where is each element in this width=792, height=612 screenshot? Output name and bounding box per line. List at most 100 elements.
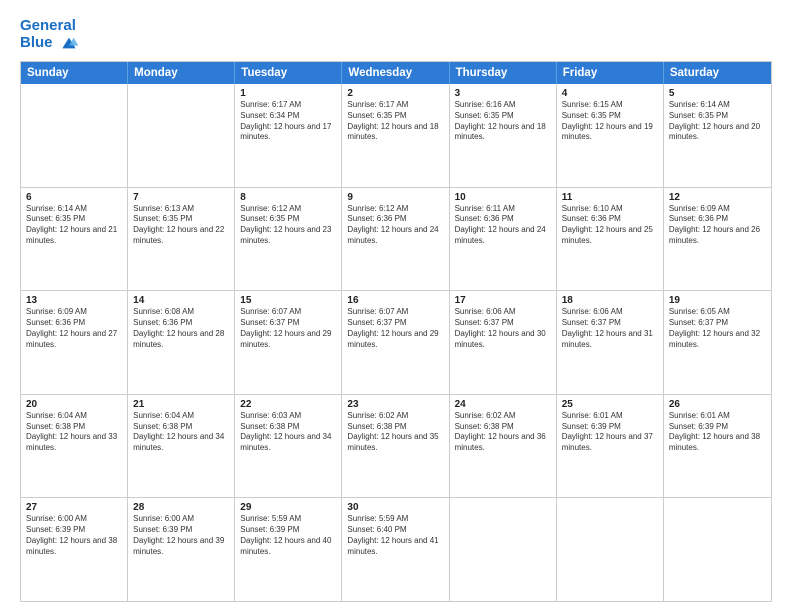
sun-info: Sunrise: 6:09 AM Sunset: 6:36 PM Dayligh…	[669, 204, 766, 247]
calendar-cell: 28Sunrise: 6:00 AM Sunset: 6:39 PM Dayli…	[128, 498, 235, 601]
calendar-row-2: 6Sunrise: 6:14 AM Sunset: 6:35 PM Daylig…	[21, 187, 771, 291]
day-number: 16	[347, 295, 443, 306]
calendar-header: SundayMondayTuesdayWednesdayThursdayFrid…	[21, 62, 771, 84]
sun-info: Sunrise: 6:01 AM Sunset: 6:39 PM Dayligh…	[669, 411, 766, 454]
day-number: 13	[26, 295, 122, 306]
calendar-cell	[21, 84, 128, 187]
day-number: 12	[669, 192, 766, 203]
calendar-cell: 1Sunrise: 6:17 AM Sunset: 6:34 PM Daylig…	[235, 84, 342, 187]
day-number: 19	[669, 295, 766, 306]
calendar-cell: 29Sunrise: 5:59 AM Sunset: 6:39 PM Dayli…	[235, 498, 342, 601]
sun-info: Sunrise: 6:04 AM Sunset: 6:38 PM Dayligh…	[26, 411, 122, 454]
day-number: 11	[562, 192, 658, 203]
page: General Blue SundayMondayTuesdayWednesda…	[0, 0, 792, 612]
calendar-cell: 5Sunrise: 6:14 AM Sunset: 6:35 PM Daylig…	[664, 84, 771, 187]
calendar-cell: 24Sunrise: 6:02 AM Sunset: 6:38 PM Dayli…	[450, 395, 557, 498]
calendar-cell: 2Sunrise: 6:17 AM Sunset: 6:35 PM Daylig…	[342, 84, 449, 187]
calendar-cell: 14Sunrise: 6:08 AM Sunset: 6:36 PM Dayli…	[128, 291, 235, 394]
calendar-cell: 13Sunrise: 6:09 AM Sunset: 6:36 PM Dayli…	[21, 291, 128, 394]
calendar-cell: 21Sunrise: 6:04 AM Sunset: 6:38 PM Dayli…	[128, 395, 235, 498]
day-number: 24	[455, 399, 551, 410]
calendar-cell: 17Sunrise: 6:06 AM Sunset: 6:37 PM Dayli…	[450, 291, 557, 394]
sun-info: Sunrise: 6:08 AM Sunset: 6:36 PM Dayligh…	[133, 307, 229, 350]
calendar-cell	[450, 498, 557, 601]
sun-info: Sunrise: 6:03 AM Sunset: 6:38 PM Dayligh…	[240, 411, 336, 454]
day-number: 15	[240, 295, 336, 306]
calendar-cell: 9Sunrise: 6:12 AM Sunset: 6:36 PM Daylig…	[342, 188, 449, 291]
weekday-header-monday: Monday	[128, 62, 235, 84]
day-number: 30	[347, 502, 443, 513]
logo: General Blue	[20, 18, 79, 51]
calendar-cell: 20Sunrise: 6:04 AM Sunset: 6:38 PM Dayli…	[21, 395, 128, 498]
sun-info: Sunrise: 6:12 AM Sunset: 6:36 PM Dayligh…	[347, 204, 443, 247]
weekday-header-sunday: Sunday	[21, 62, 128, 84]
sun-info: Sunrise: 6:04 AM Sunset: 6:38 PM Dayligh…	[133, 411, 229, 454]
sun-info: Sunrise: 6:01 AM Sunset: 6:39 PM Dayligh…	[562, 411, 658, 454]
day-number: 6	[26, 192, 122, 203]
weekday-header-wednesday: Wednesday	[342, 62, 449, 84]
sun-info: Sunrise: 6:05 AM Sunset: 6:37 PM Dayligh…	[669, 307, 766, 350]
sun-info: Sunrise: 6:13 AM Sunset: 6:35 PM Dayligh…	[133, 204, 229, 247]
sun-info: Sunrise: 6:06 AM Sunset: 6:37 PM Dayligh…	[562, 307, 658, 350]
sun-info: Sunrise: 6:12 AM Sunset: 6:35 PM Dayligh…	[240, 204, 336, 247]
sun-info: Sunrise: 6:14 AM Sunset: 6:35 PM Dayligh…	[26, 204, 122, 247]
calendar-row-4: 20Sunrise: 6:04 AM Sunset: 6:38 PM Dayli…	[21, 394, 771, 498]
calendar-cell: 8Sunrise: 6:12 AM Sunset: 6:35 PM Daylig…	[235, 188, 342, 291]
sun-info: Sunrise: 6:17 AM Sunset: 6:35 PM Dayligh…	[347, 100, 443, 143]
day-number: 4	[562, 88, 658, 99]
calendar-cell: 4Sunrise: 6:15 AM Sunset: 6:35 PM Daylig…	[557, 84, 664, 187]
sun-info: Sunrise: 6:06 AM Sunset: 6:37 PM Dayligh…	[455, 307, 551, 350]
calendar-cell: 18Sunrise: 6:06 AM Sunset: 6:37 PM Dayli…	[557, 291, 664, 394]
day-number: 8	[240, 192, 336, 203]
calendar-cell: 25Sunrise: 6:01 AM Sunset: 6:39 PM Dayli…	[557, 395, 664, 498]
calendar-row-5: 27Sunrise: 6:00 AM Sunset: 6:39 PM Dayli…	[21, 497, 771, 601]
weekday-header-saturday: Saturday	[664, 62, 771, 84]
calendar-cell: 10Sunrise: 6:11 AM Sunset: 6:36 PM Dayli…	[450, 188, 557, 291]
sun-info: Sunrise: 6:02 AM Sunset: 6:38 PM Dayligh…	[455, 411, 551, 454]
sun-info: Sunrise: 6:14 AM Sunset: 6:35 PM Dayligh…	[669, 100, 766, 143]
calendar-cell: 6Sunrise: 6:14 AM Sunset: 6:35 PM Daylig…	[21, 188, 128, 291]
calendar-cell: 23Sunrise: 6:02 AM Sunset: 6:38 PM Dayli…	[342, 395, 449, 498]
sun-info: Sunrise: 6:02 AM Sunset: 6:38 PM Dayligh…	[347, 411, 443, 454]
calendar-cell	[664, 498, 771, 601]
calendar-cell: 15Sunrise: 6:07 AM Sunset: 6:37 PM Dayli…	[235, 291, 342, 394]
calendar-row-1: 1Sunrise: 6:17 AM Sunset: 6:34 PM Daylig…	[21, 84, 771, 187]
calendar: SundayMondayTuesdayWednesdayThursdayFrid…	[20, 61, 772, 602]
day-number: 22	[240, 399, 336, 410]
day-number: 23	[347, 399, 443, 410]
sun-info: Sunrise: 6:09 AM Sunset: 6:36 PM Dayligh…	[26, 307, 122, 350]
day-number: 25	[562, 399, 658, 410]
header: General Blue	[20, 18, 772, 51]
calendar-cell: 22Sunrise: 6:03 AM Sunset: 6:38 PM Dayli…	[235, 395, 342, 498]
day-number: 14	[133, 295, 229, 306]
calendar-cell: 27Sunrise: 6:00 AM Sunset: 6:39 PM Dayli…	[21, 498, 128, 601]
weekday-header-tuesday: Tuesday	[235, 62, 342, 84]
weekday-header-thursday: Thursday	[450, 62, 557, 84]
sun-info: Sunrise: 6:07 AM Sunset: 6:37 PM Dayligh…	[240, 307, 336, 350]
calendar-row-3: 13Sunrise: 6:09 AM Sunset: 6:36 PM Dayli…	[21, 290, 771, 394]
calendar-cell	[128, 84, 235, 187]
calendar-cell: 30Sunrise: 5:59 AM Sunset: 6:40 PM Dayli…	[342, 498, 449, 601]
sun-info: Sunrise: 6:11 AM Sunset: 6:36 PM Dayligh…	[455, 204, 551, 247]
sun-info: Sunrise: 5:59 AM Sunset: 6:39 PM Dayligh…	[240, 514, 336, 557]
day-number: 29	[240, 502, 336, 513]
calendar-cell: 7Sunrise: 6:13 AM Sunset: 6:35 PM Daylig…	[128, 188, 235, 291]
sun-info: Sunrise: 6:17 AM Sunset: 6:34 PM Dayligh…	[240, 100, 336, 143]
day-number: 1	[240, 88, 336, 99]
day-number: 7	[133, 192, 229, 203]
sun-info: Sunrise: 6:15 AM Sunset: 6:35 PM Dayligh…	[562, 100, 658, 143]
calendar-cell: 3Sunrise: 6:16 AM Sunset: 6:35 PM Daylig…	[450, 84, 557, 187]
sun-info: Sunrise: 6:16 AM Sunset: 6:35 PM Dayligh…	[455, 100, 551, 143]
sun-info: Sunrise: 6:00 AM Sunset: 6:39 PM Dayligh…	[133, 514, 229, 557]
calendar-cell	[557, 498, 664, 601]
logo-blue-text: Blue	[20, 35, 79, 52]
day-number: 21	[133, 399, 229, 410]
calendar-cell: 12Sunrise: 6:09 AM Sunset: 6:36 PM Dayli…	[664, 188, 771, 291]
sun-info: Sunrise: 6:00 AM Sunset: 6:39 PM Dayligh…	[26, 514, 122, 557]
day-number: 5	[669, 88, 766, 99]
sun-info: Sunrise: 5:59 AM Sunset: 6:40 PM Dayligh…	[347, 514, 443, 557]
calendar-body: 1Sunrise: 6:17 AM Sunset: 6:34 PM Daylig…	[21, 84, 771, 601]
day-number: 27	[26, 502, 122, 513]
day-number: 3	[455, 88, 551, 99]
day-number: 2	[347, 88, 443, 99]
